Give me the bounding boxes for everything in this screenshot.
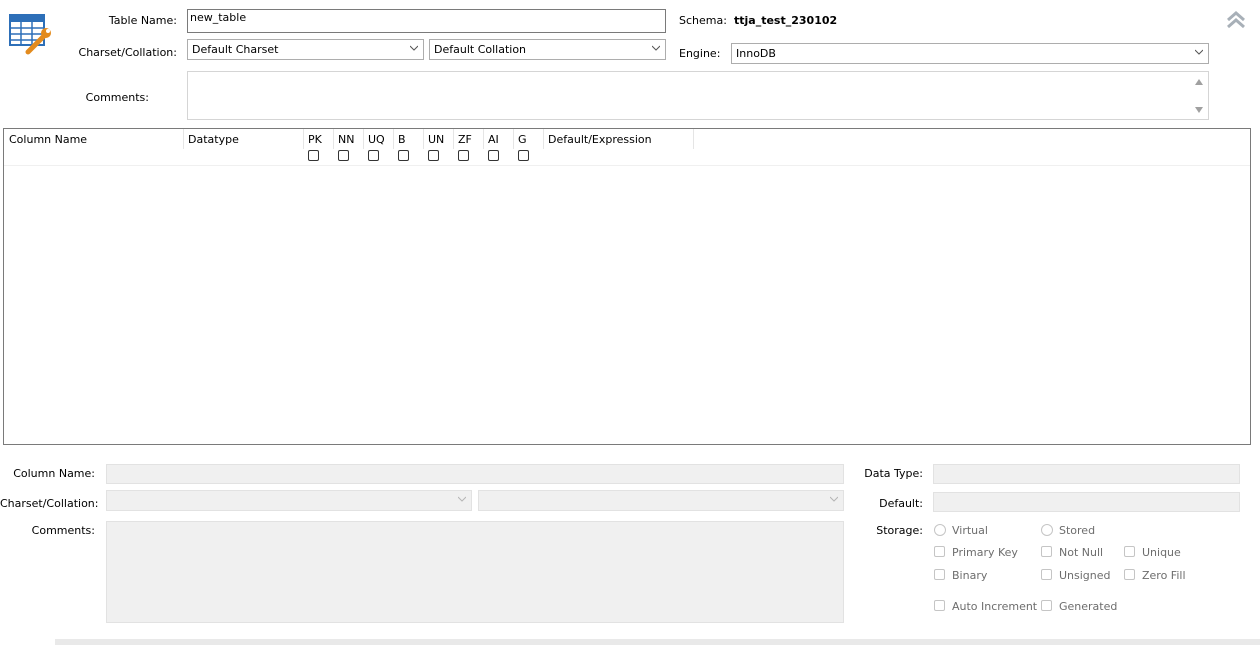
- col-header-zf[interactable]: ZF: [458, 133, 472, 146]
- col-header-g[interactable]: G: [518, 133, 527, 146]
- col-header-uq[interactable]: UQ: [368, 133, 385, 146]
- table-wrench-icon: [8, 12, 54, 58]
- primary-key-checkbox[interactable]: [934, 546, 945, 557]
- data-type-label: Data Type:: [864, 467, 923, 480]
- col-header-nn[interactable]: NN: [338, 133, 354, 146]
- table-name-label: Table Name:: [108, 14, 177, 27]
- un-header-checkbox[interactable]: [428, 150, 439, 161]
- engine-label: Engine:: [679, 47, 721, 60]
- column-comments-label: Comments:: [31, 524, 95, 537]
- unsigned-checkbox[interactable]: [1041, 569, 1052, 580]
- charset-value: Default Charset: [192, 43, 279, 56]
- binary-checkbox[interactable]: [934, 569, 945, 580]
- schema-label: Schema:: [679, 14, 727, 27]
- zero-fill-checkbox[interactable]: [1124, 569, 1135, 580]
- scroll-up-icon[interactable]: [1195, 78, 1203, 86]
- not-null-label: Not Null: [1059, 546, 1104, 559]
- column-comments-textarea[interactable]: [106, 521, 844, 623]
- pk-header-checkbox[interactable]: [308, 150, 319, 161]
- collapse-button[interactable]: [1225, 9, 1247, 31]
- stored-label: Stored: [1059, 524, 1096, 537]
- default-label: Default:: [879, 497, 923, 510]
- double-chevron-up-icon: [1227, 11, 1245, 29]
- column-name-label: Column Name:: [13, 467, 95, 480]
- primary-key-label: Primary Key: [952, 546, 1018, 559]
- not-null-checkbox[interactable]: [1041, 546, 1052, 557]
- table-name-input[interactable]: new_table: [187, 9, 666, 33]
- g-header-checkbox[interactable]: [518, 150, 529, 161]
- zf-header-checkbox[interactable]: [458, 150, 469, 161]
- data-type-input[interactable]: [933, 464, 1240, 484]
- auto-increment-label: Auto Increment: [952, 600, 1038, 613]
- b-header-checkbox[interactable]: [398, 150, 409, 161]
- chevron-down-icon: [652, 45, 660, 51]
- col-header-datatype[interactable]: Datatype: [188, 133, 239, 146]
- ai-header-checkbox[interactable]: [488, 150, 499, 161]
- charset-collation-label: Charset/Collation:: [78, 46, 177, 59]
- virtual-label: Virtual: [952, 524, 988, 537]
- column-charset-select[interactable]: [106, 490, 472, 511]
- nn-header-checkbox[interactable]: [338, 150, 349, 161]
- columns-grid[interactable]: Column Name Datatype PK NN UQ B UN ZF AI…: [3, 128, 1251, 445]
- binary-label: Binary: [952, 569, 988, 582]
- generated-checkbox[interactable]: [1041, 600, 1052, 611]
- column-collation-select[interactable]: [478, 490, 844, 511]
- engine-select[interactable]: InnoDB: [731, 43, 1209, 64]
- col-header-ai[interactable]: AI: [488, 133, 499, 146]
- auto-increment-checkbox[interactable]: [934, 600, 945, 611]
- default-input[interactable]: [933, 492, 1240, 512]
- charset-select[interactable]: Default Charset: [187, 39, 424, 60]
- col-header-un[interactable]: UN: [428, 133, 444, 146]
- zero-fill-label: Zero Fill: [1142, 569, 1186, 582]
- chevron-down-icon: [1195, 49, 1203, 55]
- generated-label: Generated: [1059, 600, 1118, 613]
- storage-label: Storage:: [876, 524, 923, 537]
- col-header-default-expression[interactable]: Default/Expression: [548, 133, 652, 146]
- bottom-tab-strip: [55, 639, 1260, 645]
- scroll-down-icon[interactable]: [1195, 106, 1203, 114]
- table-comments-textarea[interactable]: [187, 71, 1209, 120]
- chevron-down-icon: [410, 45, 418, 51]
- engine-value: InnoDB: [736, 47, 776, 60]
- collation-value: Default Collation: [434, 43, 527, 56]
- col-header-pk[interactable]: PK: [308, 133, 322, 146]
- col-header-b[interactable]: B: [398, 133, 406, 146]
- stored-radio[interactable]: [1041, 524, 1053, 536]
- chevron-down-icon: [830, 496, 838, 502]
- column-name-input[interactable]: [106, 464, 844, 484]
- unsigned-label: Unsigned: [1059, 569, 1111, 582]
- unique-checkbox[interactable]: [1124, 546, 1135, 557]
- chevron-down-icon: [458, 496, 466, 502]
- virtual-radio[interactable]: [934, 524, 946, 536]
- col-header-column-name[interactable]: Column Name: [9, 133, 87, 146]
- schema-value: ttja_test_230102: [734, 14, 838, 27]
- comments-label: Comments:: [85, 91, 149, 104]
- column-charset-label: Charset/Collation:: [0, 497, 99, 510]
- unique-label: Unique: [1142, 546, 1181, 559]
- uq-header-checkbox[interactable]: [368, 150, 379, 161]
- collation-select[interactable]: Default Collation: [429, 39, 666, 60]
